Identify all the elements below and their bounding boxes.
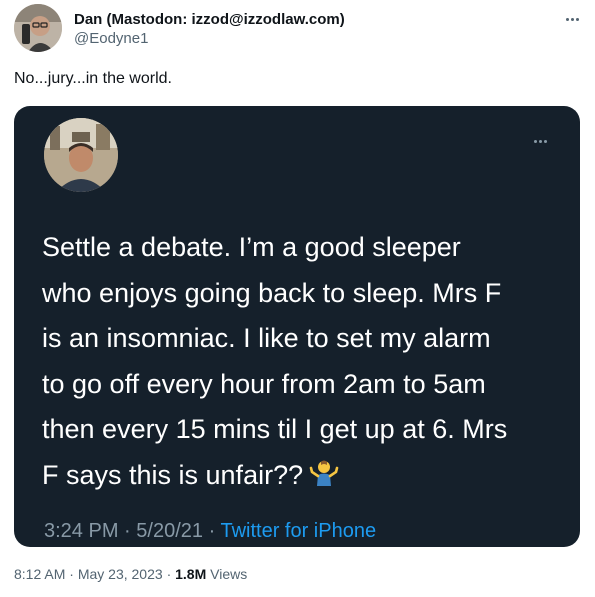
author-block: Dan (Mastodon: izzod@izzodlaw.com) @Eody…: [74, 10, 345, 48]
quoted-line: who enjoys going back to sleep. Mrs F: [42, 277, 502, 308]
tweet: Dan (Mastodon: izzod@izzodlaw.com) @Eody…: [0, 0, 595, 597]
quoted-date: 5/20/21: [136, 520, 204, 542]
quoted-tweet-image[interactable]: Settle a debate. I’m a good sleeper who …: [14, 106, 580, 547]
quoted-meta: 3:24 PM · 5/20/21 · Twitter for iPhone: [44, 520, 376, 543]
more-options-button[interactable]: [561, 14, 583, 24]
quoted-time: 3:24 PM: [44, 520, 119, 542]
separator: ·: [69, 566, 74, 582]
quoted-line: F says this is unfair??: [42, 459, 304, 490]
tweet-date[interactable]: May 23, 2023: [78, 566, 163, 582]
tweet-meta: 8:12 AM · May 23, 2023 · 1.8M Views: [14, 566, 247, 582]
avatar[interactable]: [14, 4, 62, 52]
views-label: Views: [210, 566, 248, 582]
quoted-avatar: [44, 118, 118, 192]
quoted-more-icon: [529, 136, 551, 146]
display-name[interactable]: Dan (Mastodon: izzod@izzodlaw.com): [74, 10, 345, 29]
tweet-text: No...jury...in the world.: [14, 70, 172, 87]
separator: ·: [208, 520, 216, 542]
quoted-source-link: Twitter for iPhone: [220, 520, 377, 542]
views-count[interactable]: 1.8M: [175, 566, 206, 582]
separator: ·: [124, 520, 131, 542]
quoted-line: is an insomniac. I like to set my alarm: [42, 323, 491, 353]
handle[interactable]: @Eodyne1: [74, 29, 345, 48]
separator: ·: [166, 566, 172, 582]
quoted-line: Settle a debate. I’m a good sleeper: [42, 232, 461, 262]
quoted-line: to go off every hour from 2am to 5am: [42, 368, 486, 399]
quoted-line: then every 15 mins til I get up at 6. Mr…: [42, 414, 508, 444]
tweet-time[interactable]: 8:12 AM: [14, 566, 65, 582]
more-dots-icon: [565, 17, 569, 21]
quoted-text: Settle a debate. I’m a good sleeper who …: [42, 225, 562, 502]
person-shrugging-icon: [309, 457, 339, 503]
